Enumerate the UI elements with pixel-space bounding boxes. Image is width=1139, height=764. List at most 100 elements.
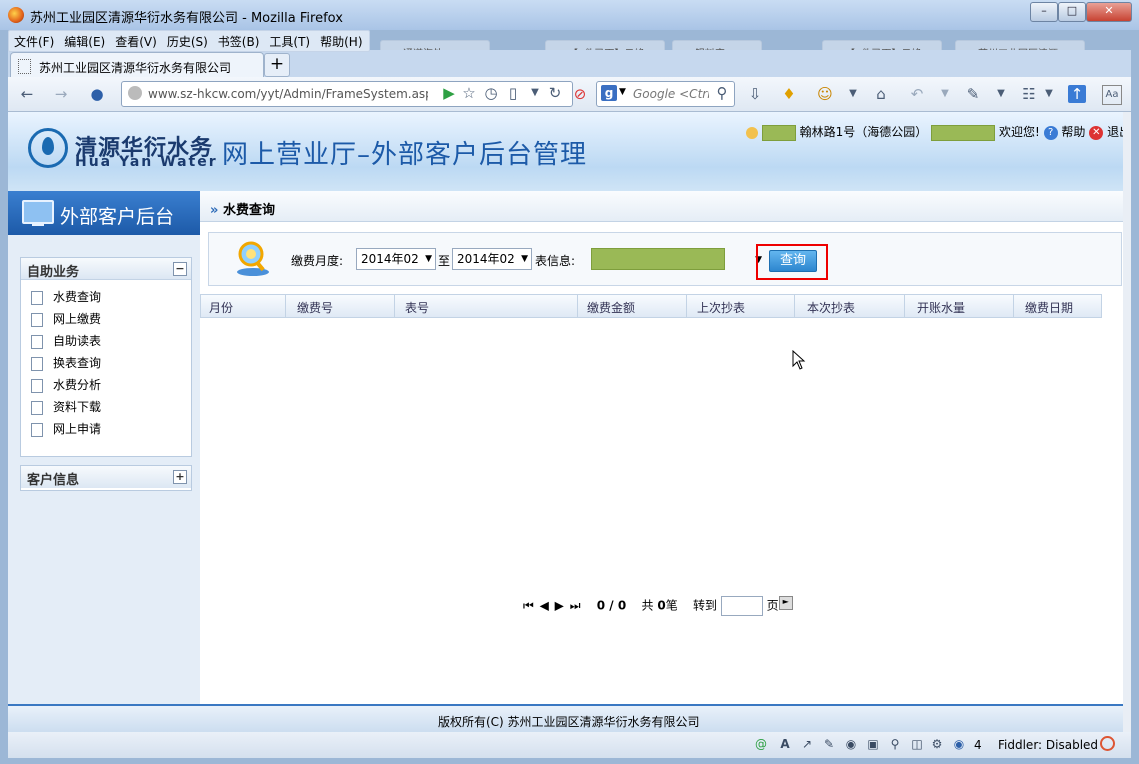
panel-header[interactable]: 自助业务 − — [21, 258, 191, 280]
at-icon[interactable]: @ — [754, 737, 768, 751]
help-icon[interactable]: ? — [1043, 125, 1058, 140]
font-icon[interactable]: A — [778, 737, 792, 751]
column-divider — [686, 295, 687, 317]
exit-icon[interactable]: ✕ — [1089, 125, 1104, 140]
to-month-value: 2014年02 — [457, 252, 515, 266]
smiley-dropdown-icon[interactable]: ▼ — [844, 85, 862, 103]
home-page-icon[interactable]: ● — [88, 85, 106, 103]
sidebar-item-online-payment[interactable]: 网上缴费 — [21, 308, 191, 330]
close-button[interactable]: ✕ — [1086, 2, 1132, 22]
zoom-icon[interactable]: ⚲ — [888, 737, 902, 751]
menu-file[interactable]: 文件(F) — [9, 31, 59, 52]
document-icon — [31, 356, 43, 371]
maximize-button[interactable]: □ — [1058, 2, 1086, 22]
engine-dropdown-icon[interactable]: ▼ — [619, 87, 626, 97]
sidebar-item-fee-analysis[interactable]: 水费分析 — [21, 374, 191, 396]
brush-icon[interactable]: ✎ — [822, 737, 836, 751]
document-icon — [31, 378, 43, 393]
column-header: 本次抄表 — [807, 301, 856, 315]
go-icon[interactable]: ▶ — [440, 84, 458, 102]
menu-tools[interactable]: 工具(T) — [264, 31, 315, 52]
page-number-input[interactable] — [720, 596, 763, 616]
results-table-header: 月份 缴费号 表号 缴费金额 上次抄表 本次抄表 开账水量 缴费日期 — [200, 294, 1102, 318]
download-icon[interactable]: ⇩ — [746, 85, 764, 103]
firefox-logo-icon — [8, 7, 24, 23]
screenshot-icon[interactable]: ◫ — [910, 737, 924, 751]
panel-header[interactable]: 客户信息 + — [21, 466, 191, 488]
sidebar-item-online-apply[interactable]: 网上申请 — [21, 418, 191, 440]
font-size-icon[interactable]: Aa — [1102, 85, 1122, 105]
tab-active[interactable]: 苏州工业园区清源华衍水务有限公司 — [10, 52, 264, 78]
smiley-icon[interactable]: ☺ — [816, 85, 834, 103]
sidebar-item-label: 水费查询 — [53, 290, 102, 304]
sidebar-item-downloads[interactable]: 资料下载 — [21, 396, 191, 418]
fiddler-disabled-icon[interactable] — [1100, 736, 1115, 751]
mouse-cursor-icon — [792, 350, 806, 370]
menu-edit[interactable]: 编辑(E) — [59, 31, 110, 52]
copyright-text: 版权所有(C) 苏州工业园区清源华衍水务有限公司 — [438, 715, 700, 729]
eye-icon[interactable]: ◉ — [952, 737, 966, 751]
url-bar[interactable]: www.sz-hkcw.com/yyt/Admin/FrameSystem.as… — [121, 81, 573, 107]
back-icon[interactable]: ← — [18, 85, 36, 103]
cart-icon[interactable]: ☷ — [1020, 85, 1038, 103]
menu-view[interactable]: 查看(V) — [110, 31, 162, 52]
redacted-user-name — [761, 124, 796, 141]
document-icon — [31, 290, 43, 305]
search-bar[interactable]: g ▼ Google <Ctrl+K> ⚲ — [596, 81, 735, 107]
menu-history[interactable]: 历史(S) — [162, 31, 213, 52]
mouse-gesture-icon[interactable]: ✎ — [964, 85, 982, 103]
to-month-select[interactable]: 2014年02 ▼ — [452, 248, 532, 270]
notification-count: 4 — [974, 738, 982, 752]
window-icon[interactable]: ▣ — [866, 737, 880, 751]
home-icon[interactable]: ⌂ — [872, 85, 890, 103]
content-title-text: 水费查询 — [222, 203, 275, 218]
page-scrollbar[interactable] — [1123, 112, 1131, 732]
document-icon — [31, 334, 43, 349]
sidebar: 自助业务 − 水费查询 网上缴费 自助读表 换表查询 水费分析 资料下载 网上申… — [8, 235, 200, 732]
collapse-icon[interactable]: − — [173, 262, 187, 276]
sidebar-item-fee-query[interactable]: 水费查询 — [21, 286, 191, 308]
web-page: 清源华衍水务 Hua Yan Water 网上营业厅–外部客户后台管理 翰林路1… — [8, 112, 1131, 732]
menu-bookmarks[interactable]: 书签(B) — [213, 31, 265, 52]
alarm-clock-icon[interactable]: ◷ — [482, 84, 500, 102]
new-tab-button[interactable]: + — [264, 53, 290, 77]
search-input[interactable]: Google <Ctrl+K> — [633, 87, 709, 101]
fiddler-status[interactable]: Fiddler: Disabled — [998, 738, 1098, 752]
forward-icon[interactable]: → — [52, 85, 70, 103]
panel-customer-info: 客户信息 + — [20, 465, 192, 491]
mask-icon[interactable]: ◉ — [844, 737, 858, 751]
gear-icon[interactable]: ⚙ — [930, 737, 944, 751]
query-filter-bar: 缴费月度: 2014年02 ▼ 至 2014年02 ▼ 表信息: ▼ 查询 — [208, 232, 1122, 286]
cart-dropdown-icon[interactable]: ▼ — [1040, 85, 1058, 103]
status-bar: @ A ↗ ✎ ◉ ▣ ⚲ ◫ ⚙ ◉ 4 Fiddler: Disabled — [8, 732, 1131, 758]
meter-info-select[interactable]: ▼ — [587, 248, 765, 270]
expand-icon[interactable]: + — [173, 470, 187, 484]
sidebar-header: 外部客户后台 — [8, 191, 200, 235]
content-title: » 水费查询 — [210, 199, 275, 218]
window-titlebar: 苏州工业园区清源华衍水务有限公司 - Mozilla Firefox – □ ✕ — [0, 0, 1139, 30]
from-month-select[interactable]: 2014年02 ▼ — [356, 248, 436, 270]
share-icon[interactable]: ↗ — [800, 737, 814, 751]
block-icon[interactable]: ⊘ — [571, 85, 589, 103]
translate-icon[interactable]: ↑ — [1068, 85, 1086, 103]
sidebar-item-self-reading[interactable]: 自助读表 — [21, 330, 191, 352]
reload-icon[interactable]: ↻ — [546, 84, 564, 102]
mobile-icon[interactable]: ▯ — [504, 84, 522, 102]
go-page-button[interactable]: ► — [778, 596, 793, 610]
welcome-text: 欢迎您! — [998, 125, 1040, 139]
help-link[interactable]: 帮助 — [1061, 125, 1085, 139]
bookmark-star-icon[interactable]: ☆ — [460, 84, 478, 102]
minimize-button[interactable]: – — [1030, 2, 1058, 22]
user-info: 翰林路1号（海德公园） 欢迎您! ? 帮助 ✕ 退出 — [746, 123, 1131, 141]
gesture-dropdown-icon[interactable]: ▼ — [992, 85, 1010, 103]
pager-page: 0 / 0 — [596, 598, 627, 613]
addon-icon[interactable]: ♦ — [780, 85, 798, 103]
undo-dropdown-icon[interactable]: ▼ — [936, 85, 954, 103]
pager-nav-icons[interactable]: ⏮ ◀ ▶ ⏭ — [523, 599, 582, 613]
undo-icon[interactable]: ↶ — [908, 85, 926, 103]
search-icon[interactable]: ⚲ — [713, 84, 731, 102]
sidebar-item-meter-change[interactable]: 换表查询 — [21, 352, 191, 374]
dropdown-icon[interactable]: ▼ — [526, 84, 544, 102]
menu-help[interactable]: 帮助(H) — [315, 31, 367, 52]
google-icon[interactable]: g — [601, 85, 617, 101]
